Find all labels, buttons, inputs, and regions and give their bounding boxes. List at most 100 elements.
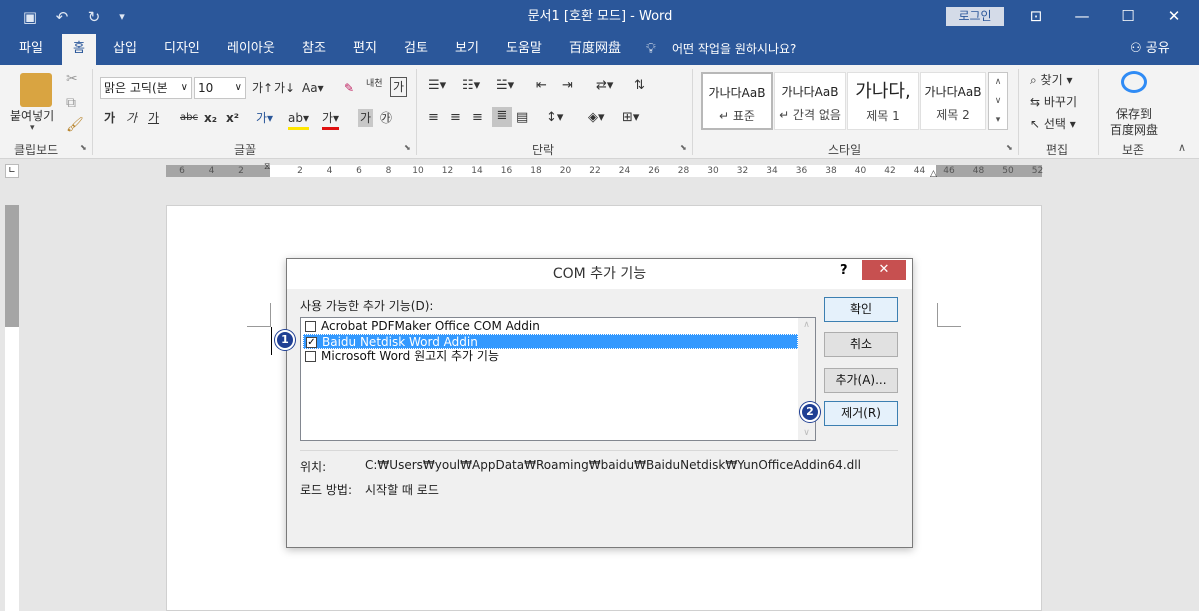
align-right-icon[interactable]: ≡ bbox=[472, 109, 483, 127]
undo-icon[interactable]: ↶ bbox=[50, 6, 74, 28]
dialog-launcher-icon[interactable]: ⬊ bbox=[80, 143, 87, 152]
tab-view[interactable]: 보기 bbox=[444, 34, 490, 65]
dialog-close-button[interactable]: ✕ bbox=[862, 260, 906, 280]
scroll-down-icon[interactable]: ∨ bbox=[798, 428, 815, 438]
style-heading-1[interactable]: 가나다, 제목 1 bbox=[847, 72, 919, 130]
add-button[interactable]: 추가(A)... bbox=[824, 368, 898, 393]
justify-icon[interactable]: ≣ bbox=[492, 107, 512, 127]
decrease-indent-icon[interactable]: ⇤ bbox=[536, 77, 547, 95]
font-name-combo[interactable]: 맑은 고딕(본 ∨ bbox=[100, 77, 192, 99]
indent-marker-icon[interactable]: ⧖ bbox=[264, 162, 270, 172]
tab-help[interactable]: 도움말 bbox=[495, 34, 553, 65]
maximize-icon[interactable]: ☐ bbox=[1105, 0, 1151, 34]
tab-review[interactable]: 검토 bbox=[393, 34, 439, 65]
italic-button[interactable]: 가 bbox=[126, 109, 137, 127]
tab-design[interactable]: 디자인 bbox=[153, 34, 211, 65]
underline-button[interactable]: 가 bbox=[148, 109, 159, 127]
styles-scroll[interactable]: ∧ ∨ ▾ bbox=[988, 72, 1008, 130]
redo-icon[interactable]: ↻ bbox=[82, 6, 106, 28]
phonetic-guide-button[interactable]: 내천 bbox=[366, 75, 383, 93]
text-effects-button[interactable]: 가▾ bbox=[256, 109, 273, 127]
style-normal[interactable]: 가나다AaB ↵ 표준 bbox=[701, 72, 773, 130]
ribbon-display-icon[interactable]: ⊡ bbox=[1013, 0, 1059, 34]
help-icon[interactable]: ? bbox=[840, 262, 856, 280]
baidu-cloud-icon[interactable] bbox=[1121, 71, 1147, 93]
addin-checkbox[interactable] bbox=[305, 351, 316, 362]
align-left-icon[interactable]: ≡ bbox=[428, 109, 439, 127]
cancel-button[interactable]: 취소 bbox=[824, 332, 898, 357]
style-no-spacing[interactable]: 가나다AaB ↵ 간격 없음 bbox=[774, 72, 846, 130]
highlight-button[interactable]: ab▾ bbox=[288, 109, 309, 130]
style-preview: 가나다AaB bbox=[708, 86, 766, 100]
select-button[interactable]: ↖ 선택 ▾ bbox=[1030, 115, 1076, 133]
enclose-char-button[interactable]: ㉮ bbox=[380, 109, 392, 127]
numbering-icon[interactable]: ☷▾ bbox=[462, 77, 480, 95]
paste-dropdown-icon[interactable]: ▾ bbox=[30, 123, 35, 133]
bullets-icon[interactable]: ☰▾ bbox=[428, 77, 446, 95]
remove-button[interactable]: 제거(R) bbox=[824, 401, 898, 426]
find-button[interactable]: ⌕ 찾기 ▾ bbox=[1030, 71, 1072, 89]
format-painter-icon[interactable]: 🖌︎ bbox=[66, 117, 84, 133]
subscript-button[interactable]: x₂ bbox=[204, 109, 217, 127]
copy-icon[interactable]: ⧉ bbox=[66, 95, 76, 111]
dialog-launcher-icon[interactable]: ⬊ bbox=[680, 143, 687, 152]
increase-indent-icon[interactable]: ⇥ bbox=[562, 77, 573, 95]
addin-checkbox[interactable] bbox=[305, 321, 316, 332]
tab-insert[interactable]: 삽입 bbox=[102, 34, 148, 65]
scroll-up-icon[interactable]: ∧ bbox=[798, 320, 815, 330]
save-icon[interactable]: ▣ bbox=[18, 6, 42, 28]
right-indent-marker-icon[interactable]: △ bbox=[930, 169, 937, 179]
multilevel-list-icon[interactable]: ☱▾ bbox=[496, 77, 514, 95]
share-button[interactable]: ⚇ 공유 bbox=[1130, 34, 1170, 64]
tab-mailings[interactable]: 편지 bbox=[342, 34, 388, 65]
group-separator bbox=[1098, 69, 1099, 155]
grow-font-button[interactable]: 가↑ bbox=[252, 79, 273, 97]
login-button[interactable]: 로그인 bbox=[946, 7, 1004, 26]
bold-button[interactable]: 가 bbox=[104, 109, 115, 127]
minimize-icon[interactable]: — bbox=[1059, 0, 1105, 34]
style-name: ↵ 간격 없음 bbox=[779, 108, 841, 122]
addin-checkbox[interactable]: ✓ bbox=[306, 337, 317, 348]
shading-icon[interactable]: ◈▾ bbox=[588, 109, 605, 127]
line-spacing-icon[interactable]: ↕▾ bbox=[546, 109, 563, 127]
strikethrough-button[interactable]: abc bbox=[180, 109, 198, 127]
tab-references[interactable]: 참조 bbox=[291, 34, 337, 65]
save-to-baidu-label-2[interactable]: 百度网盘 bbox=[1110, 121, 1158, 139]
cut-icon[interactable]: ✂ bbox=[66, 71, 78, 87]
shrink-font-button[interactable]: 가↓ bbox=[274, 79, 295, 97]
clear-format-button[interactable]: ✎ bbox=[344, 79, 354, 97]
com-addins-dialog: COM 추가 기능 ? ✕ 사용 가능한 추가 기능(D): Acrobat P… bbox=[286, 258, 913, 548]
customize-qat-icon[interactable]: ▾ bbox=[110, 6, 134, 28]
replace-button[interactable]: ⇆ 바꾸기 bbox=[1030, 93, 1077, 111]
change-case-button[interactable]: Aa▾ bbox=[302, 79, 324, 97]
tab-layout[interactable]: 레이아웃 bbox=[216, 34, 286, 65]
vertical-ruler[interactable] bbox=[5, 205, 19, 611]
sort-icon[interactable]: ⇅ bbox=[634, 77, 645, 95]
text-direction-icon[interactable]: ⇄▾ bbox=[596, 77, 613, 95]
tab-file[interactable]: 파일 bbox=[8, 34, 54, 65]
tell-me-search[interactable]: 어떤 작업을 원하시나요? bbox=[672, 34, 796, 64]
style-heading-2[interactable]: 가나다AaB 제목 2 bbox=[920, 72, 986, 130]
horizontal-ruler[interactable]: ⧖ △ 6 4 2 2 4 6 8 10 12 14 16 18 20 22 24 26 28 30 32 34 36 3… bbox=[166, 162, 1043, 179]
collapse-ribbon-icon[interactable]: ∧ bbox=[1178, 141, 1186, 154]
close-icon[interactable]: ✕ bbox=[1151, 0, 1197, 34]
list-item[interactable]: Microsoft Word 원고지 추가 기능 bbox=[303, 349, 798, 364]
superscript-button[interactable]: x² bbox=[226, 109, 239, 127]
dialog-launcher-icon[interactable]: ⬊ bbox=[1006, 143, 1013, 152]
align-center-icon[interactable]: ≡ bbox=[450, 109, 461, 127]
font-color-button[interactable]: 가▾ bbox=[322, 109, 340, 130]
tab-home[interactable]: 홈 bbox=[62, 34, 96, 65]
ok-button[interactable]: 확인 bbox=[824, 297, 898, 322]
char-border-button[interactable]: 가 bbox=[390, 77, 408, 97]
dialog-launcher-icon[interactable]: ⬊ bbox=[404, 143, 411, 152]
addins-list[interactable]: Acrobat PDFMaker Office COM Addin ✓ Baid… bbox=[300, 317, 816, 441]
list-item[interactable]: Acrobat PDFMaker Office COM Addin bbox=[303, 319, 798, 334]
tab-baidu-netdisk[interactable]: 百度网盘 bbox=[558, 34, 632, 65]
char-shading-button[interactable]: 가 bbox=[358, 109, 374, 127]
borders-icon[interactable]: ⊞▾ bbox=[622, 109, 639, 127]
distributed-icon[interactable]: ▤ bbox=[516, 109, 528, 127]
font-size-combo[interactable]: 10 ∨ bbox=[194, 77, 246, 99]
paste-icon[interactable] bbox=[20, 73, 52, 107]
tab-selector-icon[interactable]: ∟ bbox=[5, 164, 19, 178]
list-item[interactable]: ✓ Baidu Netdisk Word Addin bbox=[303, 334, 798, 349]
